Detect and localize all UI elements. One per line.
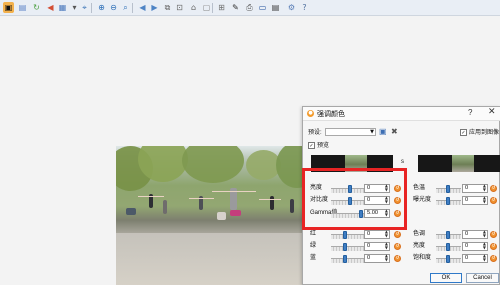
open-icon[interactable]: ▣ — [3, 2, 14, 13]
right-value-text-1: 0 — [465, 197, 469, 203]
spin-arrows-icon[interactable]: ▲ ▼ — [483, 184, 486, 192]
right-reset-icon-0[interactable]: ↺ — [490, 185, 497, 192]
spin-arrows-icon[interactable]: ▲ ▼ — [483, 196, 486, 204]
fit-icon[interactable]: ⌖ — [79, 2, 90, 13]
image-viewer-app: ▣ ▤ ↻ ◀ ▦ ▾ ⌖ ⊕ ⊖ ⌕ ◀ ▶ ⧉ ⊡ ⌂ ▢ ⊞ ✎ ⎙ ▭ … — [0, 0, 500, 285]
right-value-text-2: 0 — [465, 231, 469, 237]
right-value-text-0: 0 — [465, 185, 469, 191]
after-preview — [418, 155, 500, 172]
right-slider-thumb-0[interactable] — [446, 185, 450, 193]
left-adjust-label-3: 红 — [310, 231, 317, 237]
gear-icon[interactable]: ⚙ — [286, 2, 297, 13]
right-adjust-label-1: 曝光度 — [413, 197, 432, 203]
left-reset-icon-5[interactable]: ↺ — [394, 255, 401, 262]
chevron-down-icon: ▼ — [370, 129, 374, 135]
preview-label: 预览 — [317, 143, 330, 149]
right-value-spinbox-2[interactable]: 0 ▲ ▼ — [462, 230, 488, 239]
grid-icon[interactable]: ⊞ — [216, 2, 227, 13]
spin-arrows-icon[interactable]: ▲ ▼ — [483, 242, 486, 250]
left-reset-icon-3[interactable]: ↺ — [394, 231, 401, 238]
spin-arrows-icon[interactable]: ▲ ▼ — [483, 254, 486, 262]
gamma-highlight-box — [302, 168, 407, 230]
right-value-spinbox-3[interactable]: 0 ▲ ▼ — [462, 242, 488, 251]
delete-preset-icon[interactable]: ✖ — [391, 128, 398, 136]
left-value-text-3: 0 — [367, 231, 371, 237]
right-reset-icon-4[interactable]: ↺ — [490, 255, 497, 262]
right-value-spinbox-4[interactable]: 0 ▲ ▼ — [462, 254, 488, 263]
close-button[interactable]: ✕ — [488, 107, 496, 117]
toolbar-separator — [91, 3, 92, 13]
left-slider-thumb-4[interactable] — [343, 243, 347, 251]
paste-icon[interactable]: ⊡ — [174, 2, 185, 13]
photo-preview — [116, 146, 312, 285]
left-adjust-slider-3[interactable] — [331, 234, 364, 239]
dialog-title: 强调颜色 — [317, 111, 345, 118]
zoom-in-icon[interactable]: ⊕ — [96, 2, 107, 13]
right-slider-thumb-4[interactable] — [446, 255, 450, 263]
back-icon[interactable]: ◀ — [45, 2, 56, 13]
next-icon[interactable]: ▶ — [149, 2, 160, 13]
right-adjust-label-2: 色调 — [413, 231, 426, 237]
right-slider-thumb-3[interactable] — [446, 243, 450, 251]
left-adjust-slider-4[interactable] — [331, 246, 364, 251]
left-value-spinbox-3[interactable]: 0 ▲ ▼ — [364, 230, 390, 239]
spin-arrows-icon[interactable]: ▲ ▼ — [385, 230, 388, 238]
cancel-button[interactable]: Cancel — [466, 273, 499, 283]
draw-icon[interactable]: ✎ — [230, 2, 241, 13]
ok-button[interactable]: OK — [430, 273, 462, 283]
image-icon[interactable]: ▦ — [57, 2, 68, 13]
screen-icon[interactable]: ▢ — [201, 2, 212, 13]
preset-label: 预设: — [308, 130, 322, 136]
home-icon[interactable]: ⌂ — [188, 2, 199, 13]
left-adjust-label-5: 蓝 — [310, 255, 317, 261]
copy-icon[interactable]: ⧉ — [162, 2, 173, 13]
left-slider-thumb-3[interactable] — [343, 231, 347, 239]
preset-select[interactable]: ▼ — [325, 128, 376, 136]
print-icon[interactable]: ⎙ — [244, 2, 255, 13]
right-adjust-label-0: 色温 — [413, 185, 426, 191]
apply-all-checkbox[interactable]: ✓ — [460, 129, 467, 136]
right-reset-icon-3[interactable]: ↺ — [490, 243, 497, 250]
refresh-icon[interactable]: ↻ — [31, 2, 42, 13]
scan-icon[interactable]: ▭ — [257, 2, 268, 13]
apply-all-label: 应用到图像 — [469, 130, 500, 136]
spin-arrows-icon[interactable]: ▲ ▼ — [385, 254, 388, 262]
right-value-text-4: 0 — [465, 255, 469, 261]
save-icon[interactable]: ▤ — [17, 2, 28, 13]
preview-separator: s — [401, 159, 404, 165]
prev-icon[interactable]: ◀ — [137, 2, 148, 13]
right-adjust-label-4: 饱和度 — [413, 255, 432, 261]
help-button[interactable]: ? — [468, 108, 472, 117]
left-value-text-4: 0 — [367, 243, 371, 249]
right-slider-thumb-1[interactable] — [446, 197, 450, 205]
right-slider-thumb-2[interactable] — [446, 231, 450, 239]
left-value-spinbox-5[interactable]: 0 ▲ ▼ — [364, 254, 390, 263]
toolbar-separator — [212, 3, 213, 13]
left-adjust-label-4: 绿 — [310, 243, 317, 249]
toolbar: ▣ ▤ ↻ ◀ ▦ ▾ ⌖ ⊕ ⊖ ⌕ ◀ ▶ ⧉ ⊡ ⌂ ▢ ⊞ ✎ ⎙ ▭ … — [0, 0, 500, 16]
dialog-titlebar: ● 强调颜色 ? ✕ — [303, 107, 500, 121]
right-reset-icon-1[interactable]: ↺ — [490, 197, 497, 204]
left-value-spinbox-4[interactable]: 0 ▲ ▼ — [364, 242, 390, 251]
right-reset-icon-2[interactable]: ↺ — [490, 231, 497, 238]
search-icon[interactable]: ⌕ — [120, 2, 131, 13]
right-value-spinbox-1[interactable]: 0 ▲ ▼ — [462, 196, 488, 205]
left-slider-thumb-5[interactable] — [343, 255, 347, 263]
preview-checkbox[interactable]: ✓ — [308, 142, 315, 149]
right-value-spinbox-0[interactable]: 0 ▲ ▼ — [462, 184, 488, 193]
left-value-text-5: 0 — [367, 255, 371, 261]
save-preset-icon[interactable]: ▣ — [379, 128, 387, 136]
help-icon[interactable]: ? — [299, 2, 310, 13]
right-adjust-label-3: 亮度 — [413, 243, 426, 249]
zoom-out-icon[interactable]: ⊖ — [108, 2, 119, 13]
spin-arrows-icon[interactable]: ▲ ▼ — [385, 242, 388, 250]
spin-arrows-icon[interactable]: ▲ ▼ — [483, 230, 486, 238]
left-reset-icon-4[interactable]: ↺ — [394, 243, 401, 250]
panel-icon[interactable]: ▤ — [270, 2, 281, 13]
right-value-text-3: 0 — [465, 243, 469, 249]
left-adjust-slider-5[interactable] — [331, 258, 364, 263]
toolbar-separator — [132, 3, 133, 13]
color-icon: ● — [307, 110, 314, 117]
